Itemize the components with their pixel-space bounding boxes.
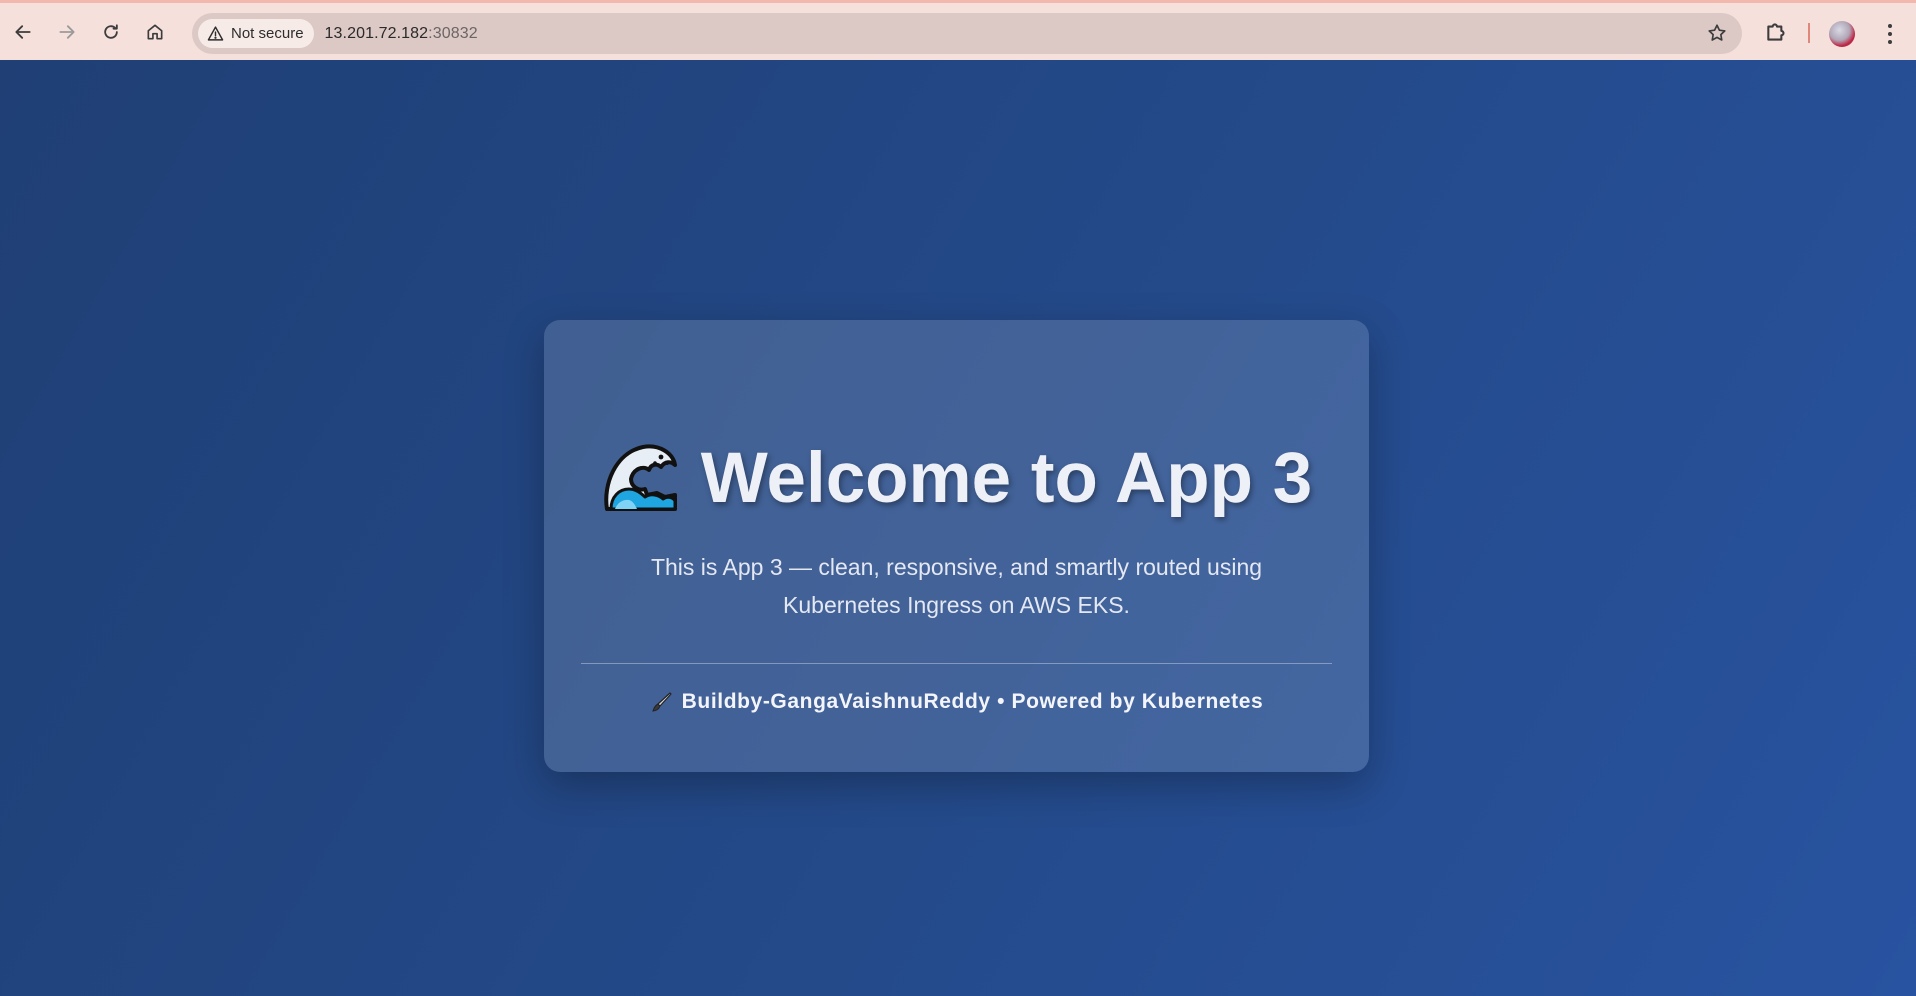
footer-text: Buildby-GangaVaishnuReddy • Powered by K…: [681, 690, 1264, 713]
description-line-1: This is App 3 — clean, responsive, and s…: [650, 554, 1263, 580]
address-bar[interactable]: Not secure 13.201.72.182:30832: [192, 13, 1742, 54]
kebab-menu-icon[interactable]: [1880, 21, 1900, 47]
home-icon: [147, 24, 163, 40]
reload-icon: [104, 23, 118, 39]
arrow-right-icon: [59, 24, 75, 39]
paintbrush-icon: [651, 692, 672, 712]
page-title: Welcome to App 3: [700, 439, 1313, 518]
security-indicator[interactable]: Not secure: [198, 19, 314, 48]
url-port: :30832: [428, 24, 478, 42]
arrow-left-icon: [15, 24, 31, 39]
page-background: Welcome to App 3 This is App 3 — clean, …: [0, 60, 1916, 996]
description-line-2: Kubernetes Ingress on AWS EKS.: [783, 592, 1130, 618]
browser-toolbar: Not secure 13.201.72.182:30832: [0, 0, 1916, 60]
welcome-heading: Welcome to App 3: [544, 438, 1369, 519]
divider: [581, 663, 1332, 664]
toolbar-divider: [1808, 23, 1810, 43]
home-button[interactable]: [133, 10, 177, 54]
reload-button[interactable]: [89, 10, 133, 54]
warning-triangle-icon: [207, 26, 224, 41]
water-wave-icon: [604, 443, 677, 511]
forward-button[interactable]: [45, 10, 89, 54]
description: This is App 3 — clean, responsive, and s…: [584, 548, 1329, 624]
back-button[interactable]: [1, 10, 45, 54]
security-label: Not secure: [231, 25, 304, 42]
welcome-card: Welcome to App 3 This is App 3 — clean, …: [544, 320, 1369, 772]
profile-avatar[interactable]: [1829, 21, 1855, 47]
url-text[interactable]: 13.201.72.182:30832: [325, 25, 478, 43]
footer: Buildby-GangaVaishnuReddy • Powered by K…: [544, 690, 1369, 714]
extensions-puzzle-icon[interactable]: [1764, 19, 1790, 45]
bookmark-star-icon[interactable]: [1706, 22, 1728, 44]
url-host: 13.201.72.182: [324, 24, 429, 42]
